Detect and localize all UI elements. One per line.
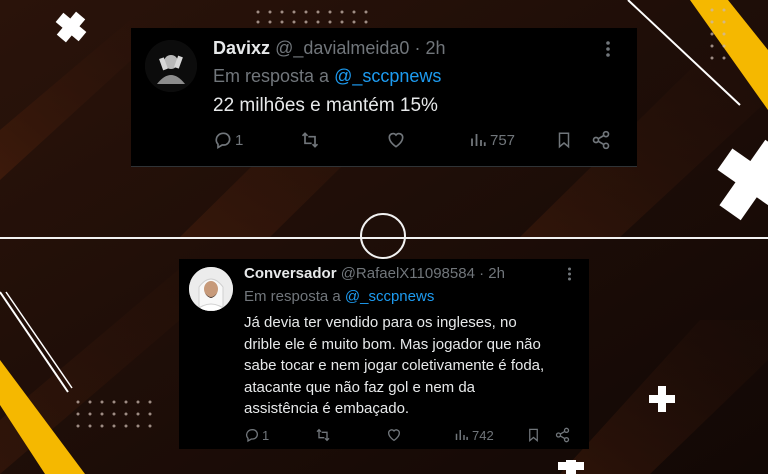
bookmark-icon [529, 428, 538, 442]
like-button[interactable] [385, 130, 407, 150]
user-handle[interactable]: @RafaelX11098584 [341, 265, 475, 282]
views-button[interactable]: 757 [469, 130, 515, 150]
views-count: 742 [472, 427, 494, 443]
retweet-button[interactable] [299, 130, 321, 150]
like-icon [388, 429, 400, 442]
retweet-icon [316, 428, 330, 442]
more-icon[interactable] [567, 266, 572, 287]
tweet-card-2[interactable]: Conversador @RafaelX11098584 · 2h Em res… [179, 259, 589, 449]
tweet-actions: 1 757 [213, 130, 613, 152]
retweet-button[interactable] [314, 427, 332, 443]
more-icon[interactable] [605, 40, 611, 63]
avatar[interactable] [189, 267, 233, 311]
timestamp[interactable]: 2h [488, 265, 505, 282]
tweet-card-1[interactable]: Davixz @_davialmeida0 · 2h Em resposta a… [131, 28, 637, 167]
share-icon [555, 427, 570, 443]
views-count: 757 [490, 131, 516, 149]
like-icon [388, 132, 404, 148]
avatar-image [189, 267, 233, 311]
like-button[interactable] [385, 427, 403, 443]
tweet-text-line: atacante que não faz gol e nem da [244, 378, 476, 396]
display-name[interactable]: Davixz [213, 38, 270, 58]
avatar[interactable] [145, 40, 197, 92]
timestamp[interactable]: 2h [425, 38, 445, 58]
reply-button[interactable]: 1 [213, 130, 243, 150]
tweet-text: Já devia ter vendido para os ingleses, n… [244, 312, 584, 420]
tweet-header: Davixz @_davialmeida0 · 2h [213, 38, 445, 59]
reply-to-link[interactable]: @_sccpnews [345, 288, 434, 305]
reply-icon [215, 132, 231, 149]
reply-context: Em resposta a @_sccpnews [244, 288, 434, 305]
divider-circle [360, 213, 406, 259]
reply-prefix: Em resposta a [244, 288, 341, 305]
bookmark-icon [558, 132, 570, 149]
user-handle[interactable]: @_davialmeida0 [275, 38, 409, 58]
reply-count: 1 [262, 427, 270, 443]
tweet-actions: 1 742 [244, 427, 579, 445]
tweet-text-line: Já devia ter vendido para os ingleses, n… [244, 314, 517, 331]
retweet-icon [301, 132, 319, 148]
bookmark-button[interactable] [526, 427, 541, 443]
views-icon [455, 430, 468, 440]
reply-count: 1 [235, 131, 244, 149]
reply-to-link[interactable]: @_sccpnews [334, 66, 441, 86]
bookmark-button[interactable] [555, 130, 573, 150]
tweet-header: Conversador @RafaelX11098584 · 2h [244, 265, 505, 282]
reply-prefix: Em resposta a [213, 66, 330, 86]
views-button[interactable]: 742 [454, 427, 494, 443]
display-name[interactable]: Conversador [244, 265, 337, 282]
share-button[interactable] [591, 130, 611, 150]
tweet-text-line: sabe tocar e nem jogar coletivamente é f… [244, 357, 545, 374]
share-icon [592, 130, 610, 150]
tweet-text-line: drible ele é muito bom. Mas jogador que … [244, 335, 541, 353]
avatar-image [145, 40, 197, 92]
separator: · [414, 38, 421, 58]
reply-context: Em resposta a @_sccpnews [213, 66, 441, 87]
views-icon [471, 134, 486, 146]
separator: · [479, 265, 485, 282]
reply-icon [245, 428, 258, 443]
tweet-text: 22 milhões e mantém 15% [213, 95, 438, 116]
share-button[interactable] [554, 427, 571, 443]
reply-button[interactable]: 1 [244, 427, 269, 443]
tweet-text-line: assistência é embaçado. [244, 400, 410, 417]
